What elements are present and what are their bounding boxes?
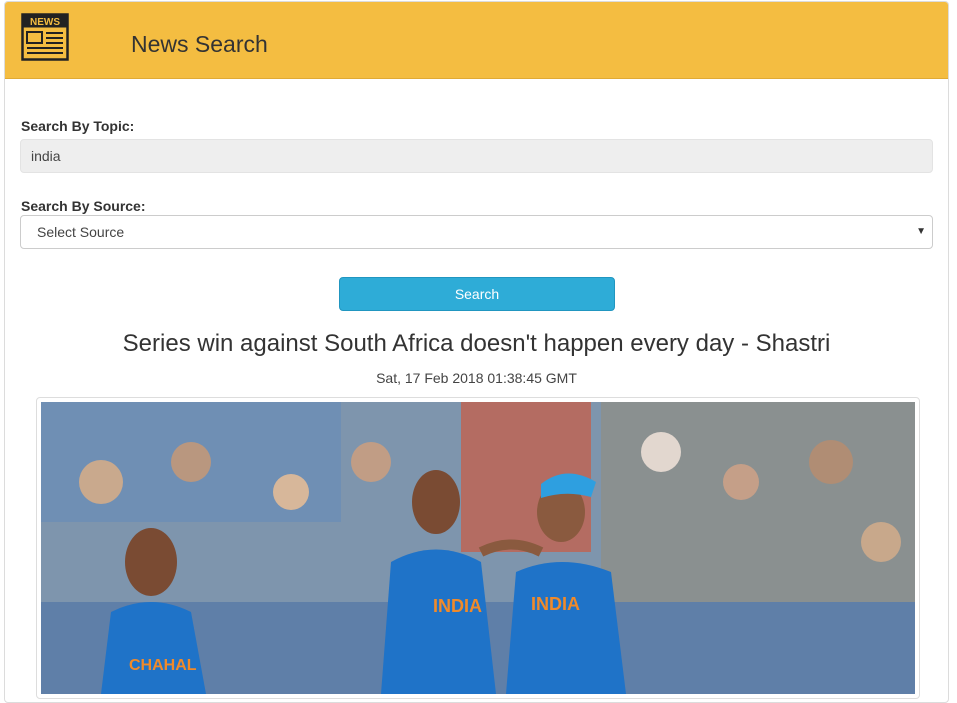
article-date: Sat, 17 Feb 2018 01:38:45 GMT bbox=[376, 370, 577, 386]
newspaper-logo-icon: NEWS bbox=[21, 13, 69, 61]
source-label: Search By Source: bbox=[21, 198, 146, 214]
svg-text:CHAHAL: CHAHAL bbox=[129, 657, 197, 674]
app-panel: NEWS News Search Search By Topic: india … bbox=[4, 1, 949, 703]
source-select-value: Select Source bbox=[37, 224, 125, 240]
topic-input-value: india bbox=[31, 148, 61, 164]
search-button[interactable]: Search bbox=[339, 277, 615, 311]
svg-text:NEWS: NEWS bbox=[30, 17, 60, 28]
topic-search-input[interactable]: india bbox=[20, 139, 933, 173]
app-header: NEWS News Search bbox=[5, 2, 948, 79]
article-photo[interactable]: CHAHAL INDIA INDIA bbox=[41, 402, 915, 694]
cricket-photo-icon: CHAHAL INDIA INDIA bbox=[41, 402, 915, 694]
svg-text:INDIA: INDIA bbox=[433, 596, 482, 616]
svg-text:INDIA: INDIA bbox=[531, 594, 580, 614]
source-select[interactable]: Select Source ▼ bbox=[20, 215, 933, 249]
article-title[interactable]: Series win against South Africa doesn't … bbox=[5, 330, 948, 358]
article-image-frame: CHAHAL INDIA INDIA bbox=[36, 397, 920, 699]
topic-label: Search By Topic: bbox=[21, 118, 135, 134]
caret-down-icon: ▼ bbox=[916, 226, 926, 237]
app-title: News Search bbox=[131, 31, 268, 57]
